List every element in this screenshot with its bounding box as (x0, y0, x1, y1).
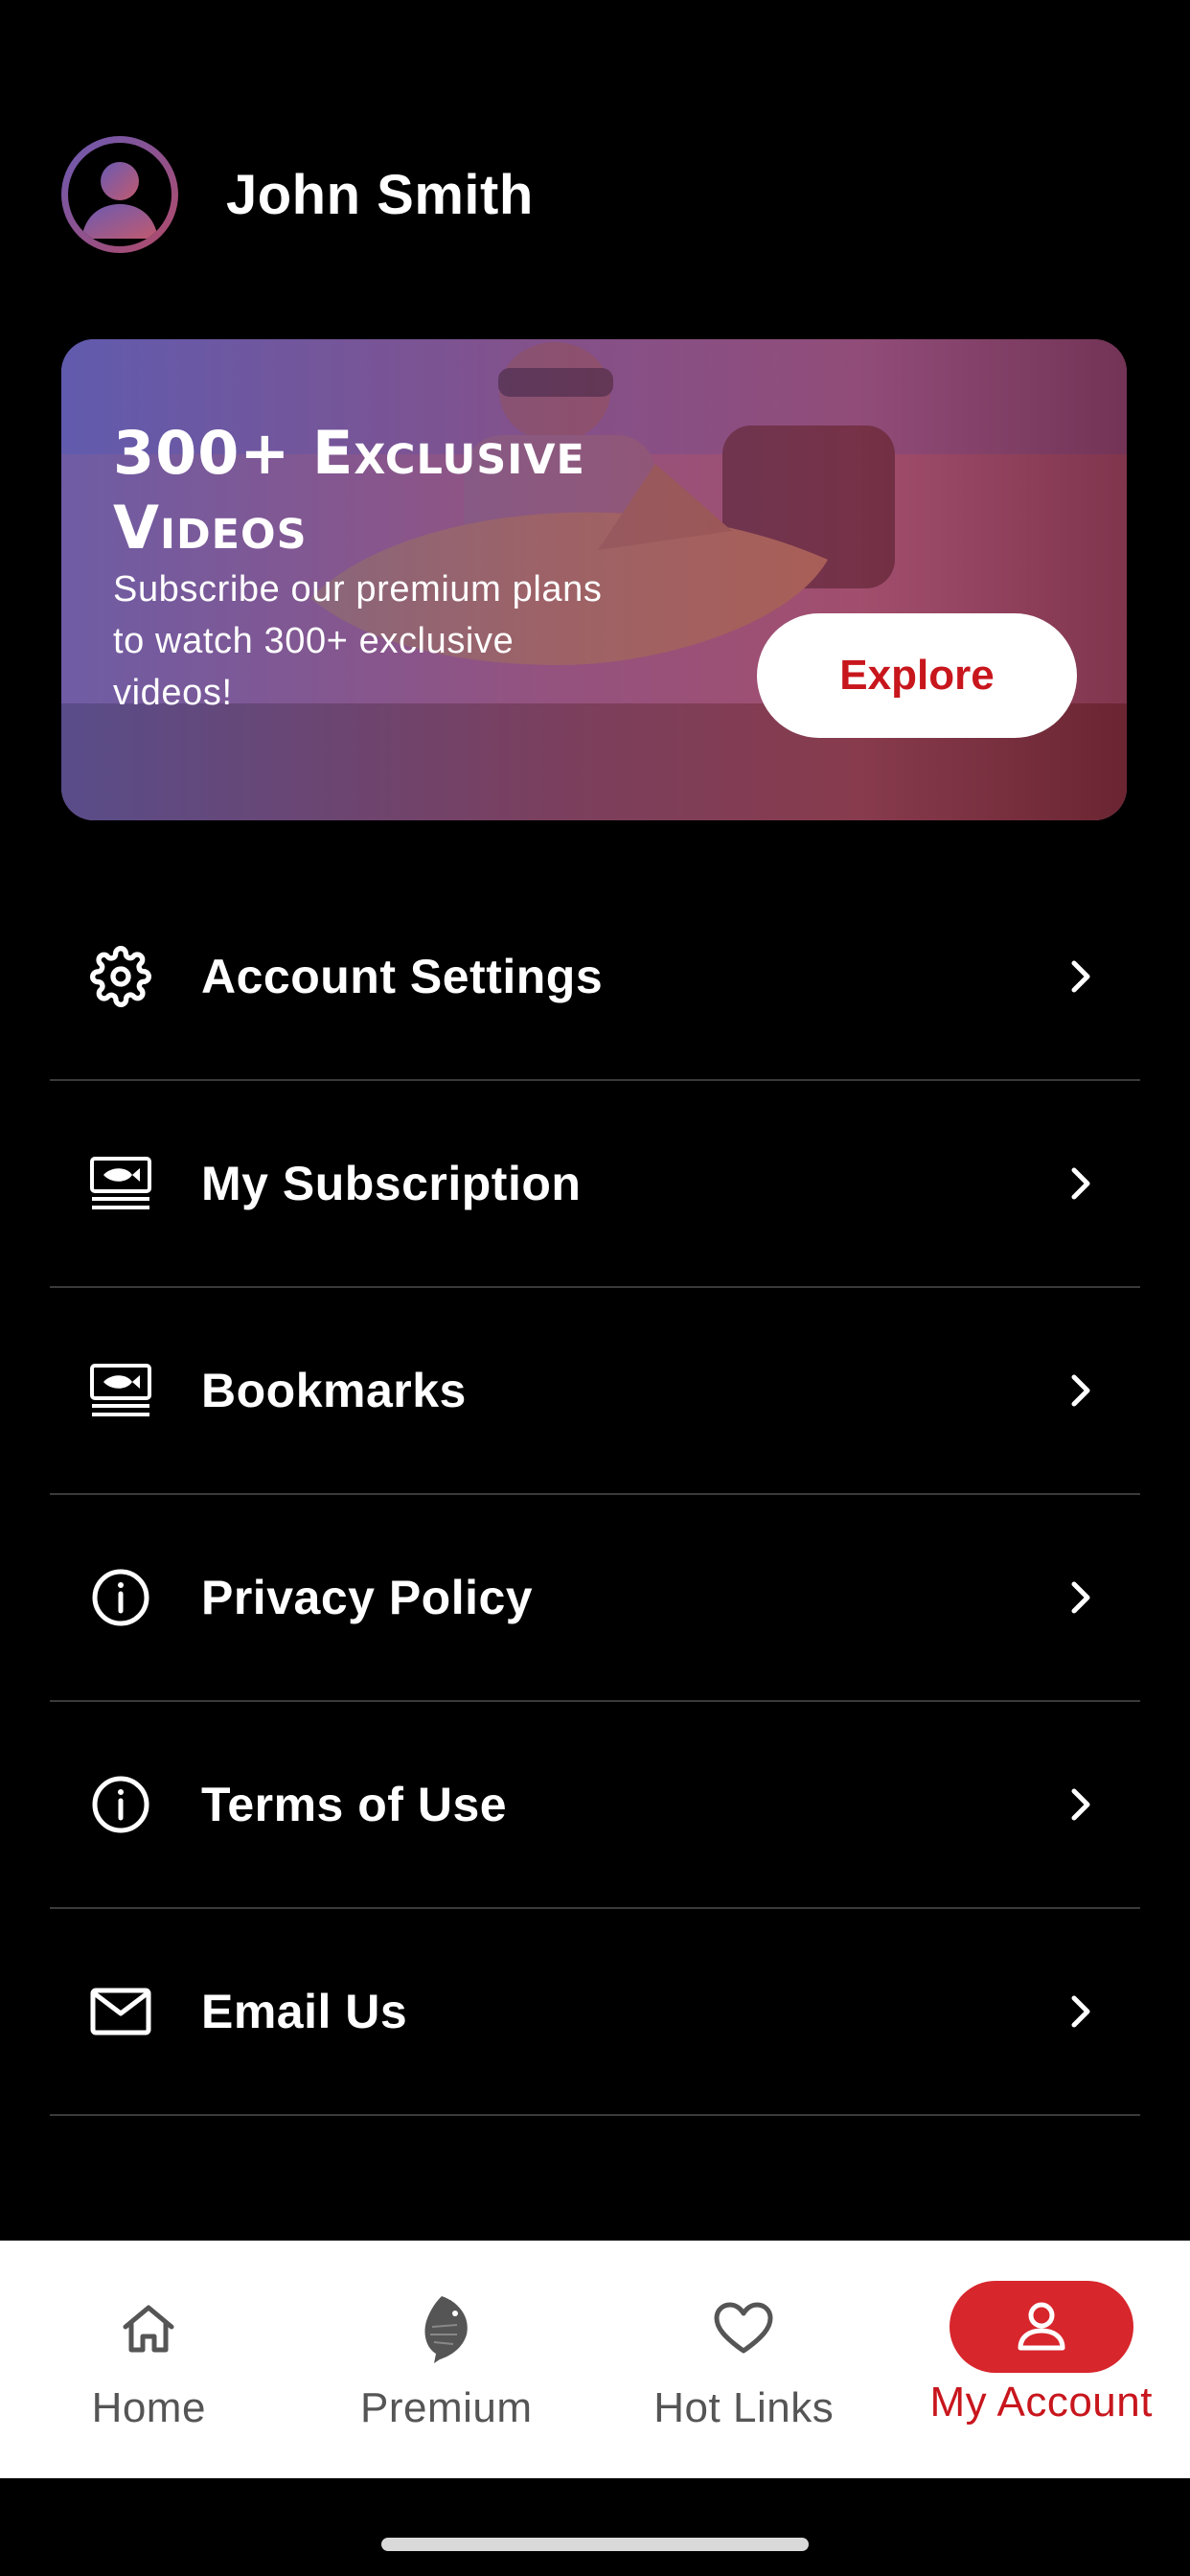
menu-item-account-settings[interactable]: Account Settings (50, 874, 1140, 1081)
gear-icon (86, 942, 155, 1011)
banner-title: 300+ Exclusive Videos (113, 416, 726, 565)
chevron-right-icon (1060, 1783, 1102, 1826)
subscription-icon (86, 1149, 155, 1218)
tab-hot-links[interactable]: Hot Links (595, 2241, 893, 2478)
tab-premium[interactable]: Premium (298, 2241, 596, 2478)
profile-header: John Smith (61, 136, 534, 253)
tab-label: Hot Links (653, 2384, 835, 2431)
menu-item-label: Privacy Policy (201, 1571, 534, 1624)
premium-promo-banner[interactable]: 300+ Exclusive Videos Subscribe our prem… (61, 339, 1127, 820)
menu-item-terms-of-use[interactable]: Terms of Use (50, 1702, 1140, 1909)
person-icon (949, 2281, 1133, 2373)
menu-item-privacy-policy[interactable]: Privacy Policy (50, 1495, 1140, 1702)
menu-item-label: My Subscription (201, 1157, 582, 1210)
heart-icon (686, 2290, 801, 2367)
menu-item-label: Email Us (201, 1985, 408, 2038)
bottom-tab-bar: Home Premium Hot Links My Account (0, 2241, 1190, 2478)
menu-item-label: Account Settings (201, 950, 604, 1003)
chevron-right-icon (1060, 955, 1102, 998)
menu-item-my-subscription[interactable]: My Subscription (50, 1081, 1140, 1288)
account-menu: Account Settings My Subscription Bookmar… (50, 874, 1140, 2116)
user-avatar-icon (68, 143, 172, 246)
profile-name: John Smith (226, 163, 534, 226)
banner-title-line1: 300+ Exclusive (113, 418, 585, 488)
mail-icon (86, 1977, 155, 2046)
tab-my-account[interactable]: My Account (893, 2241, 1190, 2478)
tab-label: My Account (929, 2379, 1153, 2426)
menu-item-label: Bookmarks (201, 1364, 467, 1417)
banner-subtitle: Subscribe our premium plans to watch 300… (113, 569, 603, 713)
fish-icon (389, 2290, 504, 2367)
tab-label: Home (91, 2384, 206, 2431)
home-icon (91, 2290, 206, 2367)
bookmark-icon (86, 1356, 155, 1425)
banner-title-line2: Videos (113, 493, 308, 563)
chevron-right-icon (1060, 1576, 1102, 1619)
chevron-right-icon (1060, 1990, 1102, 2033)
chevron-right-icon (1060, 1369, 1102, 1412)
menu-item-email-us[interactable]: Email Us (50, 1909, 1140, 2116)
info-icon (86, 1563, 155, 1632)
menu-item-label: Terms of Use (201, 1778, 508, 1831)
menu-item-bookmarks[interactable]: Bookmarks (50, 1288, 1140, 1495)
tab-home[interactable]: Home (0, 2241, 298, 2478)
tab-label: Premium (359, 2384, 533, 2431)
avatar[interactable] (61, 136, 178, 253)
chevron-right-icon (1060, 1162, 1102, 1205)
account-screen: John Smith 300+ Exclusive Videos Subscri… (0, 0, 1190, 2576)
home-indicator (381, 2538, 809, 2551)
explore-button[interactable]: Explore (757, 613, 1077, 738)
info-icon (86, 1770, 155, 1839)
